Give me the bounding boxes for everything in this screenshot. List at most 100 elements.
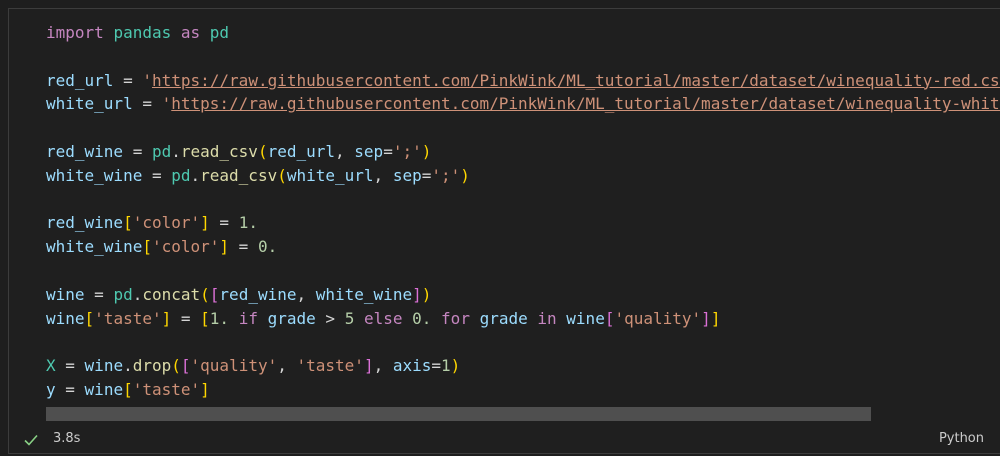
code-token: =: [421, 165, 432, 185]
code-token: ,: [373, 165, 393, 185]
code-token: pd: [171, 165, 191, 185]
code-token: [: [123, 379, 133, 399]
code-token: (: [277, 165, 287, 185]
code-token: drop: [132, 356, 172, 376]
code-token: 1: [441, 356, 451, 376]
code-token: ,: [277, 356, 297, 376]
code-token: red_url: [267, 141, 336, 161]
code-token: .: [132, 284, 143, 304]
code-token: 1.: [209, 308, 230, 328]
code-token: ]: [412, 284, 422, 304]
code-token: 5: [344, 308, 355, 328]
code-line[interactable]: [46, 116, 1000, 140]
code-token: ]: [710, 308, 721, 328]
code-token: 0.: [257, 237, 278, 257]
code-token: ,: [335, 141, 355, 161]
code-token: 0.: [412, 308, 432, 328]
code-token: https://raw.githubusercontent.com/PinkWi…: [171, 94, 1000, 114]
code-line[interactable]: white_url = 'https://raw.githubuserconte…: [46, 92, 1000, 116]
horizontal-scrollbar[interactable]: [46, 407, 871, 421]
code-token: red_url: [46, 70, 114, 90]
code-token: pd: [151, 141, 172, 161]
code-token: =: [142, 165, 172, 185]
code-line[interactable]: y = wine['taste']: [46, 378, 1000, 402]
cell-status-bar: 3.8s Python: [9, 425, 1000, 455]
code-token: 'quality': [614, 308, 702, 328]
code-token: =: [132, 94, 162, 114]
code-token: grade: [469, 308, 538, 328]
code-token: https://raw.githubusercontent.com/PinkWi…: [151, 70, 1000, 90]
code-token: (: [200, 284, 210, 304]
code-token: =: [431, 356, 442, 376]
code-token: =: [209, 213, 239, 233]
code-editor[interactable]: import pandas as pd red_url = 'https://r…: [46, 21, 1000, 402]
code-line[interactable]: white_wine['color'] = 0.: [46, 235, 1000, 259]
code-line[interactable]: [46, 45, 1000, 69]
code-token: [: [209, 284, 220, 304]
code-token: as: [180, 23, 201, 42]
code-token: 'taste': [296, 356, 364, 376]
code-token: =: [171, 308, 201, 328]
code-token: white_wine: [315, 284, 413, 304]
code-line[interactable]: wine = pd.concat([red_wine, white_wine]): [46, 283, 1000, 307]
code-token: wine: [556, 308, 605, 328]
code-token: 'taste': [94, 308, 162, 328]
code-token: grade: [257, 308, 326, 328]
code-line[interactable]: red_wine['color'] = 1.: [46, 211, 1000, 235]
code-token: ]: [363, 356, 374, 376]
code-token: (: [171, 356, 181, 376]
code-token: =: [229, 237, 258, 257]
code-token: white_url: [286, 165, 374, 185]
code-line[interactable]: [46, 330, 1000, 354]
code-token: =: [383, 141, 393, 161]
code-token: red_wine: [219, 284, 297, 304]
check-icon: [23, 432, 39, 448]
code-line[interactable]: red_url = 'https://raw.githubusercontent…: [46, 69, 1000, 93]
code-token: [: [123, 213, 133, 233]
code-token: sep: [354, 141, 384, 161]
code-token: import: [46, 23, 104, 42]
code-token: read_csv: [200, 165, 278, 185]
code-token: pandas: [113, 23, 172, 42]
code-token: pd: [209, 23, 230, 42]
code-token: for: [441, 308, 470, 328]
code-token: [: [180, 356, 191, 376]
code-token: ]: [219, 237, 230, 257]
language-indicator[interactable]: Python: [939, 431, 984, 446]
code-token: 'color': [132, 213, 201, 233]
code-line[interactable]: [46, 188, 1000, 212]
code-line[interactable]: wine['taste'] = [1. if grade > 5 else 0.…: [46, 307, 1000, 331]
code-line[interactable]: white_wine = pd.read_csv(white_url, sep=…: [46, 164, 1000, 188]
code-token: wine: [84, 356, 124, 376]
execution-time: 3.8s: [53, 431, 81, 446]
code-token: 'taste': [132, 379, 201, 399]
code-line[interactable]: [46, 259, 1000, 283]
code-line[interactable]: red_wine = pd.read_csv(red_url, sep=';'): [46, 140, 1000, 164]
code-token: if: [238, 308, 258, 328]
code-token: ]: [200, 379, 210, 399]
code-token: wine: [46, 308, 85, 328]
code-token: 'quality': [190, 356, 278, 376]
code-token: ]: [200, 213, 210, 233]
code-token: ): [421, 141, 432, 161]
code-token: ';': [392, 141, 422, 161]
notebook-code-cell[interactable]: import pandas as pd red_url = 'https://r…: [8, 8, 1000, 454]
code-token: ,: [373, 356, 393, 376]
code-token: ,: [296, 284, 316, 304]
code-token: =: [113, 70, 143, 90]
code-token: .: [171, 141, 181, 161]
code-token: y: [46, 379, 56, 399]
code-line[interactable]: X = wine.drop(['quality', 'taste'], axis…: [46, 354, 1000, 378]
code-token: =: [55, 356, 85, 376]
code-token: >: [325, 308, 336, 328]
code-token: white_wine: [46, 165, 143, 185]
code-token: white_wine: [46, 237, 143, 257]
code-token: ': [142, 70, 152, 90]
code-line[interactable]: import pandas as pd: [46, 21, 1000, 45]
code-token: pd: [113, 284, 133, 304]
